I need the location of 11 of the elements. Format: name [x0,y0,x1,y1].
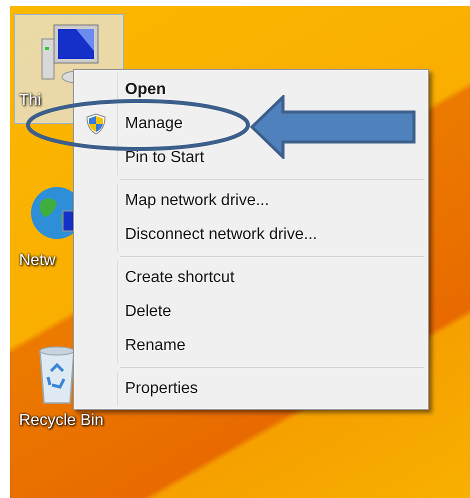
menu-item[interactable]: Pin to Start [74,141,210,175]
menu-item[interactable]: Rename [74,329,192,363]
menu-item[interactable]: Create shortcut [74,261,240,295]
menu-item[interactable]: Disconnect network drive... [74,218,324,252]
menu-item[interactable]: Map network drive... [74,184,276,218]
shield-icon [86,113,106,135]
menu-item[interactable]: Properties [74,372,204,406]
desktop-icon-label: Thi [18,91,42,111]
desktop-icon-label: Recycle Bin [18,411,104,431]
menu-item[interactable]: Delete [74,295,178,329]
desktop-icon-label: Netw [18,251,56,271]
